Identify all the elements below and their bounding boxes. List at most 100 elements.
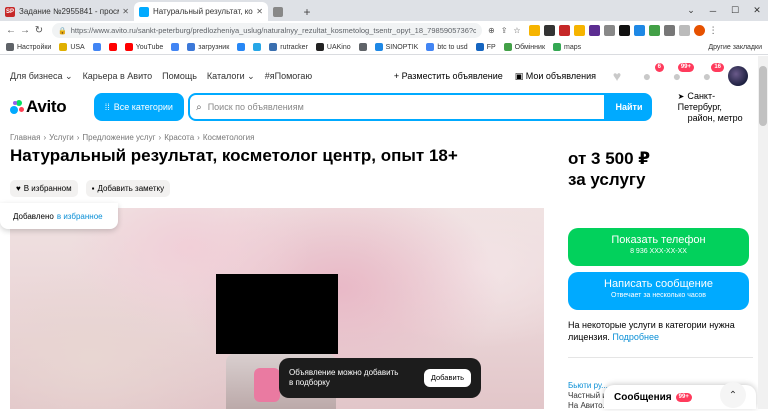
- url-text: https://www.avito.ru/sankt-peterburg/pre…: [70, 26, 476, 35]
- forward-arrow-icon[interactable]: →: [18, 25, 32, 36]
- location-selector[interactable]: ➤ Санкт-Петербург, район, метро: [678, 91, 758, 124]
- in-favorites-button[interactable]: ♥ В избранном: [10, 180, 78, 197]
- all-categories-button[interactable]: ⁞⁞ Все категории: [93, 93, 185, 121]
- user-avatar[interactable]: [728, 66, 748, 86]
- nav-help[interactable]: Помощь: [162, 71, 197, 81]
- nav-i-help[interactable]: #яПомогаю: [265, 71, 312, 81]
- note-icon: ▪: [91, 184, 95, 193]
- post-ad-link[interactable]: + Разместить объявление: [394, 71, 503, 81]
- close-window-icon[interactable]: ✕: [746, 5, 768, 16]
- bookmark-item[interactable]: USA: [59, 43, 85, 51]
- show-phone-button[interactable]: Показать телефон 8 936 XXX-XX-XX: [568, 228, 749, 266]
- bookmark-favicon-icon: [358, 43, 367, 51]
- extension-icon[interactable]: [558, 25, 570, 36]
- extension-icon[interactable]: [603, 25, 615, 36]
- zoom-icon[interactable]: ⊕: [488, 26, 495, 35]
- write-message-button[interactable]: Написать сообщение Отвечает за несколько…: [568, 272, 749, 310]
- maximize-icon[interactable]: ☐: [724, 5, 746, 16]
- scrollbar-thumb[interactable]: [759, 66, 767, 126]
- extension-icon[interactable]: [633, 25, 645, 36]
- new-tab-plus-icon[interactable]: +: [298, 3, 316, 21]
- bookmark-item[interactable]: загрузник: [187, 43, 229, 51]
- bookmark-item[interactable]: [237, 43, 246, 51]
- breadcrumb-item[interactable]: Красота: [164, 133, 194, 142]
- bookmark-item[interactable]: [358, 43, 367, 51]
- address-bar[interactable]: 🔒 https://www.avito.ru/sankt-peterburg/p…: [52, 23, 482, 38]
- grid-icon: ⁞⁞: [104, 102, 110, 112]
- nav-for-business[interactable]: Для бизнеса ⌄: [10, 71, 73, 82]
- bookmark-favicon-icon: [108, 43, 117, 51]
- extension-icon[interactable]: [543, 25, 555, 36]
- breadcrumb-item[interactable]: Косметология: [203, 133, 255, 142]
- puzzle-extensions-icon[interactable]: [663, 25, 675, 36]
- license-notice: На некоторые услуги в категории нужна ли…: [568, 320, 735, 342]
- bookmark-star-icon[interactable]: ☆: [513, 26, 520, 35]
- bookmark-item[interactable]: SINOPTIK: [374, 43, 418, 51]
- browser-tab-avito[interactable]: Натуральный результат, космето ✕: [134, 2, 268, 21]
- photo-detail: [254, 368, 280, 402]
- notifications-bell-icon[interactable]: ● 6: [638, 63, 664, 85]
- breadcrumb-item[interactable]: Предложение услуг: [82, 133, 155, 142]
- avito-logo-icon: [10, 100, 24, 114]
- bookmark-item[interactable]: [92, 43, 101, 51]
- favorites-heart-icon[interactable]: ♥: [608, 67, 626, 85]
- browser-menu-icon[interactable]: ⋮: [709, 25, 718, 36]
- scroll-top-button[interactable]: ⌃: [720, 382, 746, 408]
- bookmark-item[interactable]: rutracker: [269, 43, 308, 51]
- tab-title: Натуральный результат, космето: [153, 7, 253, 16]
- sidebar-icon[interactable]: [678, 25, 690, 36]
- favorites-link[interactable]: в избранное: [57, 212, 103, 221]
- collection-toast-text: Объявление можно добавить в подборку: [289, 368, 399, 387]
- messages-count-badge: 99+: [675, 392, 692, 402]
- other-bookmarks[interactable]: Другие закладки: [708, 44, 762, 51]
- avito-logo[interactable]: Avito: [10, 97, 94, 117]
- extension-icon[interactable]: [618, 25, 630, 36]
- extensions-row: ⋮: [528, 25, 718, 36]
- bookmark-item[interactable]: [171, 43, 180, 51]
- browser-toolbar: ← → ↻ 🔒 https://www.avito.ru/sankt-peter…: [0, 21, 768, 40]
- lock-icon: 🔒: [58, 27, 67, 35]
- bookmark-item[interactable]: UAKino: [315, 43, 351, 51]
- reload-icon[interactable]: ↻: [32, 25, 46, 36]
- profile-avatar-icon[interactable]: [693, 25, 705, 36]
- tab-search-chevron-icon[interactable]: ⌄: [680, 5, 702, 16]
- nav-career[interactable]: Карьера в Авито: [83, 71, 153, 81]
- bookmark-favicon-icon: [475, 43, 484, 51]
- bookmark-favicon-icon: [187, 43, 196, 51]
- add-to-collection-button[interactable]: Добавить: [423, 369, 471, 387]
- bookmark-item[interactable]: [253, 43, 262, 51]
- bookmark-item[interactable]: [108, 43, 117, 51]
- back-arrow-icon[interactable]: ←: [4, 25, 18, 36]
- bookmark-favicon-icon: [374, 43, 383, 51]
- my-ads-link[interactable]: ▣ Мои объявления: [515, 71, 596, 82]
- share-icon[interactable]: ⇪: [501, 26, 508, 35]
- bookmark-item[interactable]: Обмінник: [503, 43, 545, 51]
- added-to-favorites-toast: Добавлено в избранное: [0, 203, 118, 229]
- minimize-icon[interactable]: ─: [702, 6, 724, 16]
- browser-tab-blank[interactable]: [268, 2, 298, 21]
- extension-icon[interactable]: [528, 25, 540, 36]
- bookmark-item[interactable]: FP: [475, 43, 496, 51]
- nav-catalogs[interactable]: Каталоги ⌄: [207, 71, 255, 82]
- extension-icon[interactable]: [648, 25, 660, 36]
- more-info-link[interactable]: Подробнее: [612, 332, 659, 342]
- bookmark-item[interactable]: YouTube: [124, 43, 163, 51]
- breadcrumb-item[interactable]: Главная: [10, 133, 40, 142]
- bookmark-item[interactable]: maps: [553, 43, 581, 51]
- page-scrollbar[interactable]: [758, 56, 768, 409]
- find-button[interactable]: Найти: [606, 93, 652, 121]
- breadcrumb-item[interactable]: Услуги: [49, 133, 74, 142]
- tab-close-icon[interactable]: ✕: [122, 7, 129, 16]
- cart-icon[interactable]: ● 16: [698, 63, 724, 85]
- tab-title: Задание №2955841 - просмотр з: [19, 7, 119, 16]
- nav-actions: + Разместить объявление ▣ Мои объявления…: [394, 63, 748, 86]
- extension-icon[interactable]: [573, 25, 585, 36]
- messages-chat-icon[interactable]: ● 99+: [668, 63, 694, 85]
- extension-icon[interactable]: [588, 25, 600, 36]
- bookmark-item[interactable]: btc to usd: [426, 43, 468, 51]
- tab-close-icon[interactable]: ✕: [256, 7, 263, 16]
- add-note-button[interactable]: ▪ Добавить заметку: [85, 180, 171, 197]
- browser-tab-task[interactable]: SP Задание №2955841 - просмотр з ✕: [0, 2, 134, 21]
- search-input[interactable]: ⌕ Поиск по объявлениям: [188, 93, 607, 121]
- bookmark-item[interactable]: Настройки: [6, 43, 51, 51]
